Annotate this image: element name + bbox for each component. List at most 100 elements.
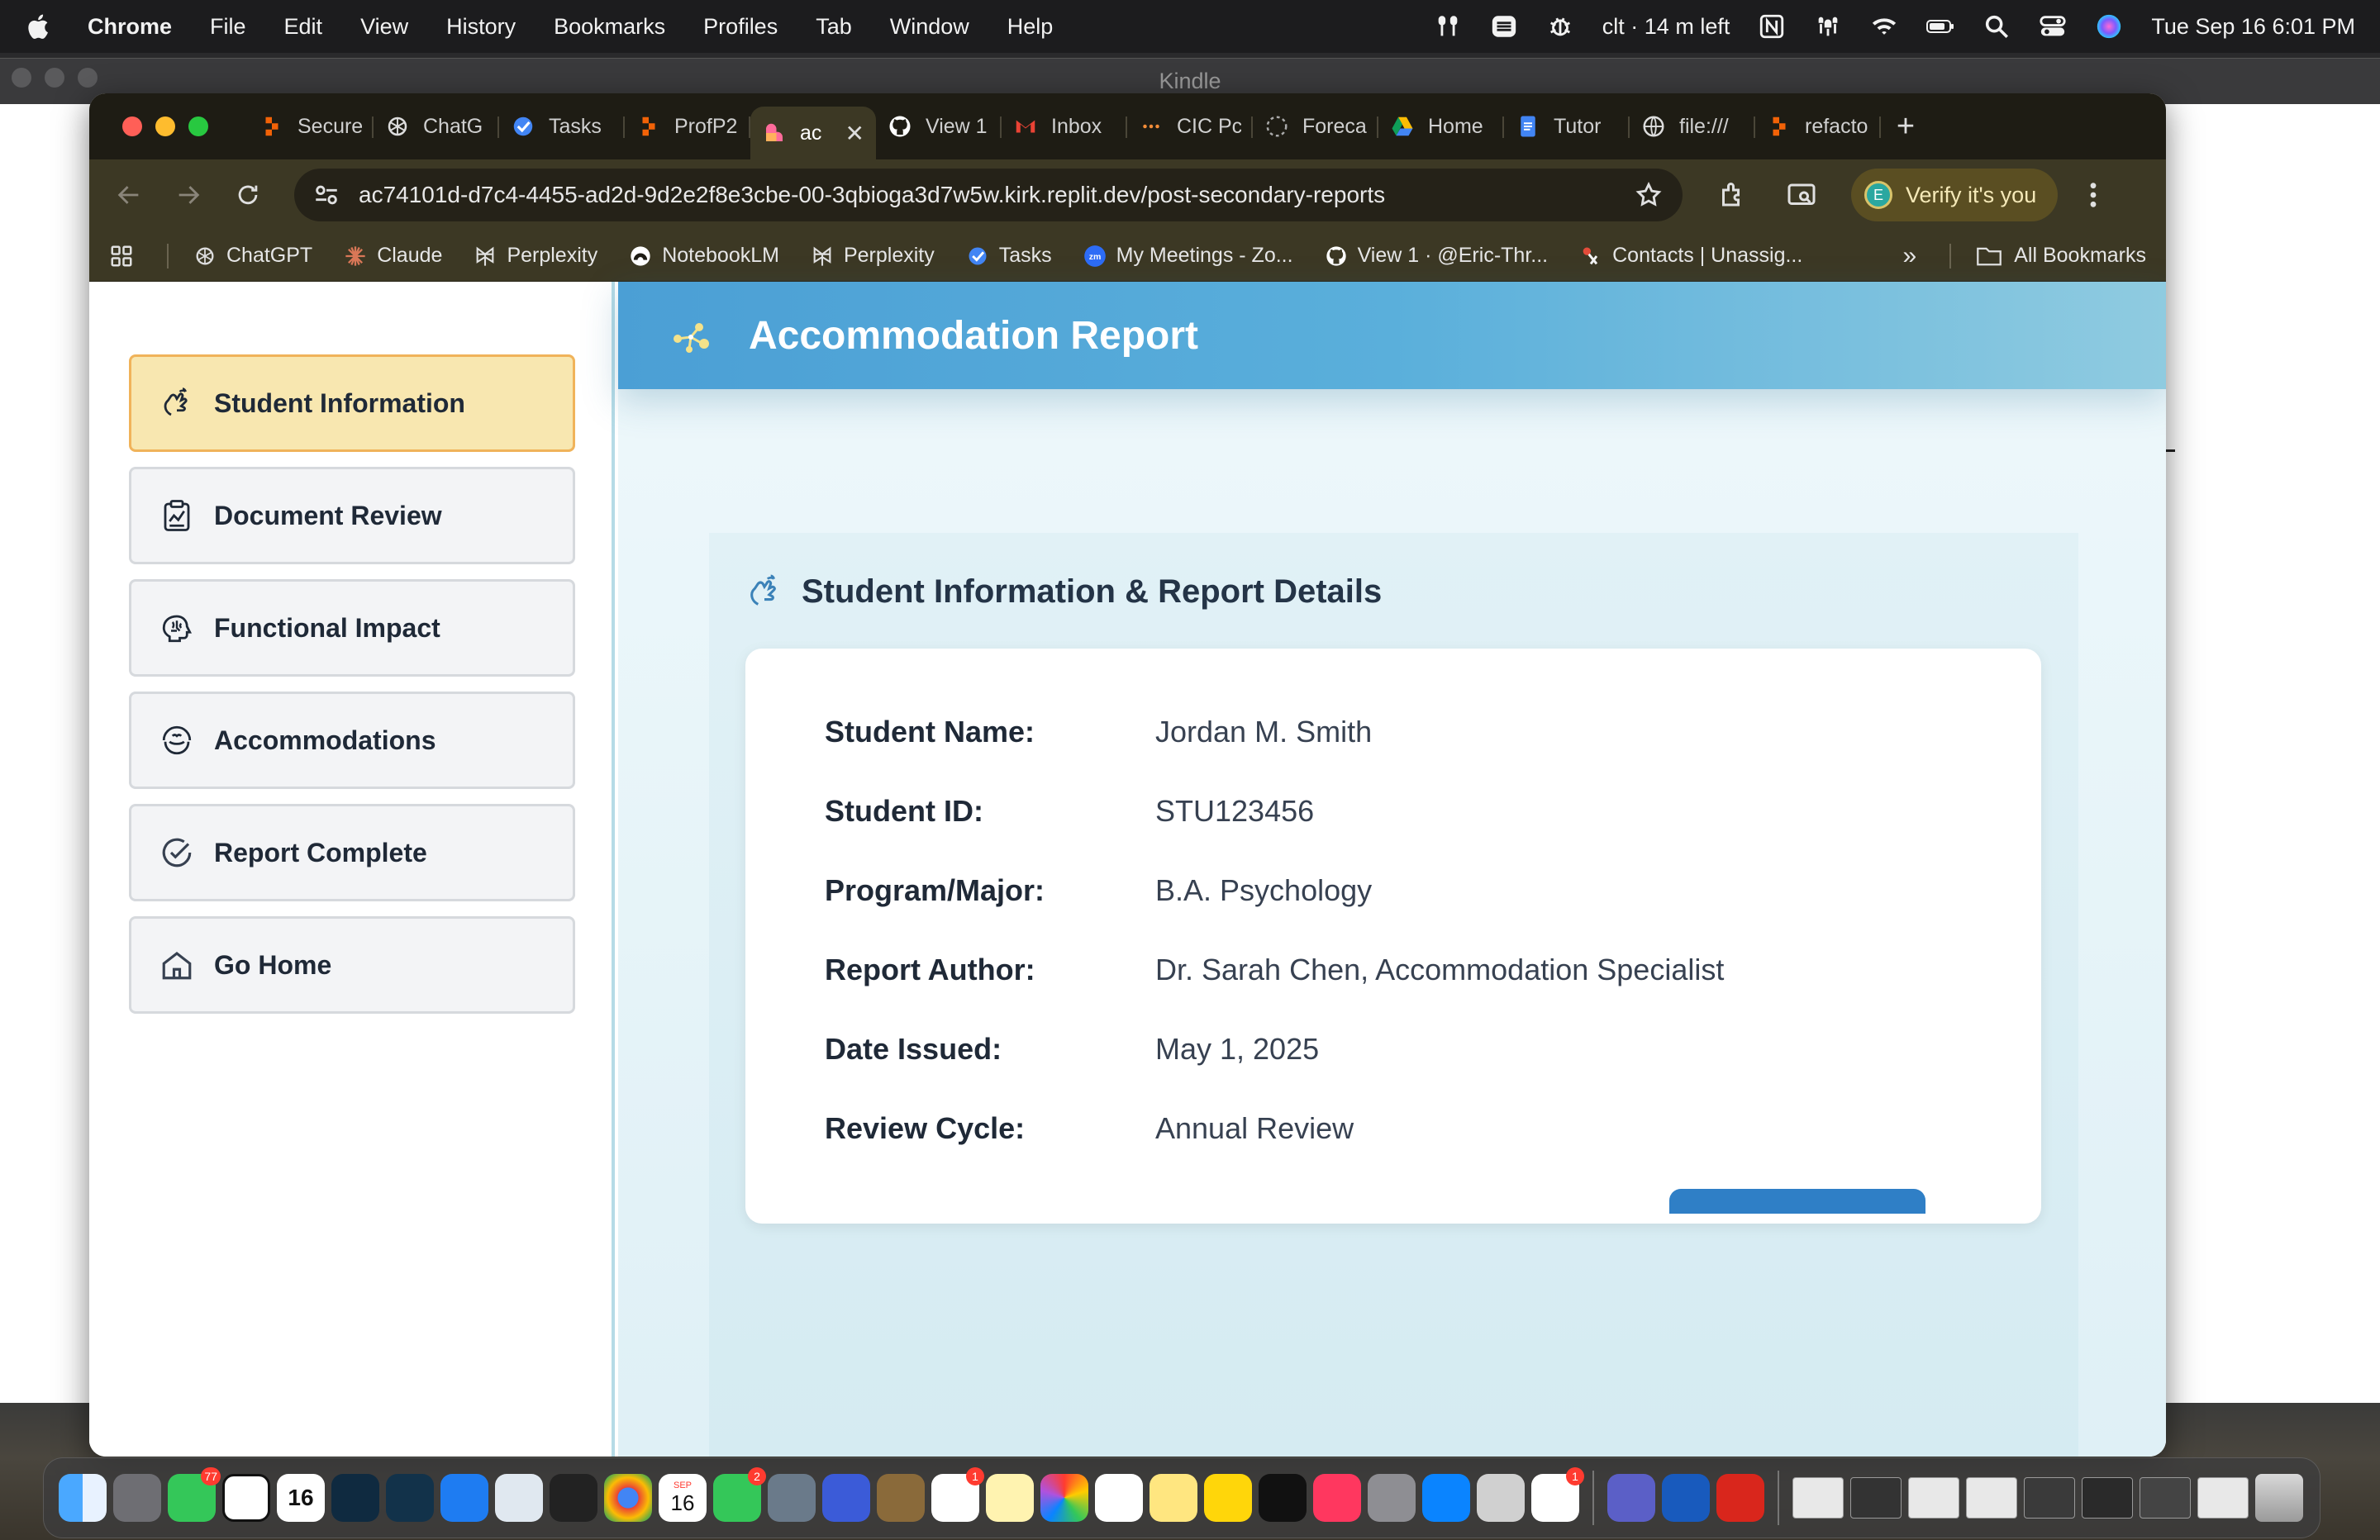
maps-icon[interactable]	[495, 1474, 543, 1522]
nav-student-information[interactable]: Student Information	[129, 354, 575, 452]
nav-document-review[interactable]: Document Review	[129, 467, 575, 564]
nav-go-home[interactable]: Go Home	[129, 916, 575, 1014]
notion-calendar-icon[interactable]	[822, 1474, 870, 1522]
bookmark-zoom[interactable]: zm My Meetings - Zo...	[1083, 244, 1293, 268]
battery-icon[interactable]	[1926, 12, 1954, 40]
menu-help[interactable]: Help	[1007, 14, 1054, 40]
menu-tab[interactable]: Tab	[816, 14, 852, 40]
tab-tutor[interactable]: Tutor	[1504, 103, 1630, 150]
tab-github[interactable]: View 1	[876, 103, 1002, 150]
new-tab-button[interactable]: +	[1881, 103, 1930, 150]
menu-bookmarks[interactable]: Bookmarks	[554, 14, 665, 40]
minimized-window-thumbnail[interactable]	[1792, 1477, 1844, 1519]
bug-icon[interactable]	[1546, 12, 1574, 40]
bookmark-star-icon[interactable]	[1635, 180, 1664, 210]
tab-active-report[interactable]: ac ✕	[750, 107, 876, 159]
bookmark-notebooklm[interactable]: NotebookLM	[629, 244, 779, 268]
kindle-zoom[interactable]	[78, 68, 98, 88]
chrome-menu-icon[interactable]	[2081, 175, 2106, 215]
url-text[interactable]: ac74101d-d7c4-4455-ad2d-9d2e2f8e3cbe-00-…	[359, 182, 1635, 208]
minimized-window-thumbnail[interactable]	[1850, 1477, 1902, 1519]
verify-identity-button[interactable]: E Verify it's you	[1851, 169, 2059, 221]
miro-icon[interactable]	[1204, 1474, 1252, 1522]
launchpad-icon[interactable]	[113, 1474, 161, 1522]
bluetooth-devices-icon[interactable]	[1814, 12, 1842, 40]
facetime-icon[interactable]: 2	[713, 1467, 766, 1522]
contacts-icon[interactable]	[877, 1474, 925, 1522]
books-icon[interactable]	[1477, 1474, 1525, 1522]
messages-icon[interactable]: 77	[168, 1467, 221, 1522]
bookmark-perplexity[interactable]: Perplexity	[474, 244, 597, 268]
stickies-icon[interactable]	[1150, 1474, 1197, 1522]
word-icon[interactable]	[1662, 1474, 1710, 1522]
tab-home[interactable]: Home	[1378, 103, 1504, 150]
instruments-icon[interactable]	[550, 1474, 597, 1522]
system-settings-icon[interactable]	[1368, 1474, 1416, 1522]
nav-functional-impact[interactable]: Functional Impact	[129, 579, 575, 677]
list-menu-icon[interactable]	[1490, 12, 1518, 40]
notes-icon[interactable]	[986, 1474, 1034, 1522]
minimized-window-thumbnail[interactable]	[2024, 1477, 2075, 1519]
tab-cic[interactable]: CIC Pc	[1127, 103, 1253, 150]
menu-edit[interactable]: Edit	[284, 14, 323, 40]
wifi-icon[interactable]	[1870, 12, 1898, 40]
music-icon[interactable]	[1313, 1474, 1361, 1522]
close-window-button[interactable]	[122, 116, 142, 136]
site-settings-icon[interactable]	[312, 181, 340, 209]
teams-icon[interactable]	[1607, 1474, 1655, 1522]
minimized-window-thumbnail[interactable]	[1966, 1477, 2017, 1519]
preview-icon[interactable]	[768, 1474, 816, 1522]
minimized-window-thumbnail[interactable]	[2082, 1477, 2133, 1519]
bookmark-github[interactable]: View 1 · @Eric-Thr...	[1325, 244, 1548, 268]
nav-report-complete[interactable]: Report Complete	[129, 804, 575, 901]
control-center-icon[interactable]	[2039, 12, 2067, 40]
notion-icon[interactable]	[222, 1474, 270, 1522]
tab-search-icon[interactable]	[1782, 175, 1821, 215]
fantastical-calendar-icon[interactable]: 16	[277, 1474, 325, 1522]
minimize-window-button[interactable]	[155, 116, 175, 136]
address-bar[interactable]: ac74101d-d7c4-4455-ad2d-9d2e2f8e3cbe-00-…	[294, 169, 1683, 221]
minimized-window-thumbnail[interactable]	[2197, 1477, 2249, 1519]
clock[interactable]: Tue Sep 16 6:01 PM	[2151, 14, 2355, 40]
arc-icon[interactable]	[331, 1474, 379, 1522]
app-store-icon[interactable]	[1422, 1474, 1470, 1522]
close-tab-icon[interactable]: ✕	[845, 120, 864, 147]
bug-app-icon[interactable]	[386, 1474, 434, 1522]
mail-icon[interactable]	[440, 1474, 488, 1522]
next-button-partial[interactable]	[1669, 1189, 1925, 1214]
bookmark-contacts[interactable]: Contacts | Unassig...	[1579, 244, 1802, 268]
zoom-window-button[interactable]	[188, 116, 208, 136]
tab-file[interactable]: file:///	[1630, 103, 1755, 150]
menu-profiles[interactable]: Profiles	[703, 14, 778, 40]
reminders-icon[interactable]: 1	[931, 1467, 984, 1522]
bookmark-tasks[interactable]: Tasks	[966, 244, 1052, 268]
chatgpt-app-icon[interactable]	[1095, 1474, 1143, 1522]
timer-status[interactable]: clt · 14 m left	[1602, 14, 1730, 40]
tab-tasks[interactable]: Tasks	[499, 103, 625, 150]
more-bookmarks-icon[interactable]: »	[1903, 242, 1917, 270]
extensions-icon[interactable]	[1712, 175, 1752, 215]
all-bookmarks-button[interactable]: All Bookmarks	[1976, 244, 2146, 268]
calendar-icon[interactable]: SEP 16	[659, 1474, 707, 1522]
menu-view[interactable]: View	[360, 14, 408, 40]
bookmark-perplexity-2[interactable]: Perplexity	[811, 244, 935, 268]
tab-chatgpt[interactable]: ChatG	[374, 103, 499, 150]
tab-forecast[interactable]: Foreca	[1253, 103, 1378, 150]
menu-window[interactable]: Window	[890, 14, 969, 40]
airpods-icon[interactable]	[1434, 12, 1462, 40]
tab-refactor[interactable]: refacto	[1755, 103, 1881, 150]
tab-secure[interactable]: Secure	[248, 103, 374, 150]
minimized-window-thumbnail[interactable]	[1908, 1477, 1959, 1519]
tab-inbox[interactable]: Inbox	[1002, 103, 1127, 150]
chrome-icon[interactable]	[604, 1474, 652, 1522]
bookmark-chatgpt[interactable]: ChatGPT	[193, 244, 312, 268]
reload-button[interactable]	[228, 175, 268, 215]
slack-icon[interactable]: 1	[1531, 1467, 1584, 1522]
nav-accommodations[interactable]: Accommodations	[129, 692, 575, 789]
notion-menu-icon[interactable]	[1758, 12, 1786, 40]
tab-profp2[interactable]: ProfP2	[625, 103, 750, 150]
apple-menu-icon[interactable]	[25, 12, 50, 40]
spotlight-search-icon[interactable]	[1983, 12, 2011, 40]
back-button[interactable]	[109, 175, 149, 215]
photos-icon[interactable]	[1040, 1474, 1088, 1522]
